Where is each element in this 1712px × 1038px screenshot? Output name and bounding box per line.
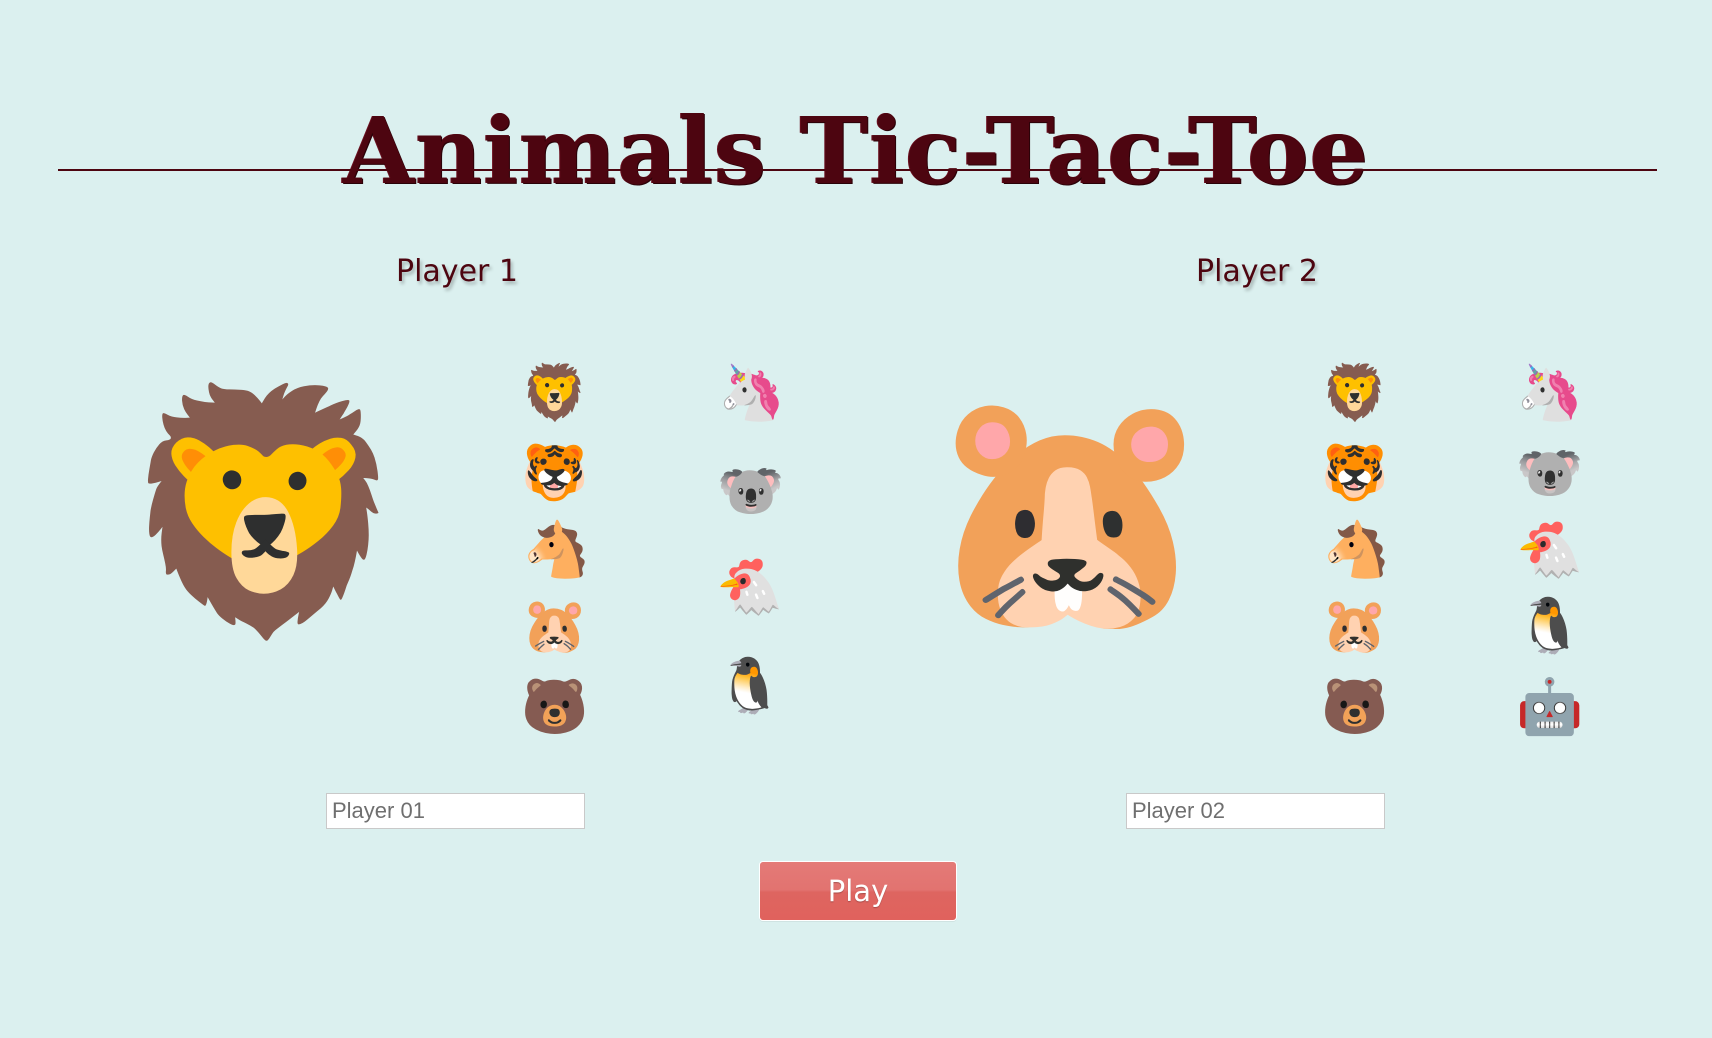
player2-option-chicken-icon[interactable]: 🐔 [1515, 518, 1585, 582]
page-title: Animals Tic-Tac-Toe [342, 96, 1370, 205]
player1-option-koala-icon[interactable]: 🐨 [716, 459, 786, 523]
player2-option-robot-icon[interactable]: 🤖 [1515, 675, 1585, 739]
player2-option-lion-face-icon[interactable]: 🦁 [1320, 361, 1390, 425]
player2-option-tiger-face-icon[interactable]: 🐯 [1320, 441, 1390, 505]
player1-heading: Player 1 [396, 254, 518, 289]
player1-name-input[interactable] [326, 793, 585, 829]
player2-name-input[interactable] [1126, 793, 1385, 829]
title-divider [58, 169, 1657, 171]
player2-option-bear-icon[interactable]: 🐻 [1320, 675, 1390, 739]
player2-option-horse-face-icon[interactable]: 🐴 [1322, 518, 1392, 582]
player2-option-koala-icon[interactable]: 🐨 [1515, 441, 1585, 505]
player2-option-unicorn-icon[interactable]: 🦄 [1515, 361, 1585, 425]
player2-selected-avatar-hamster-icon: 🐹 [922, 378, 1216, 642]
play-button[interactable]: Play [759, 861, 957, 921]
player1-option-penguin-icon[interactable]: 🐧 [715, 654, 785, 718]
player1-selected-avatar-lion-face-icon: 🦁 [118, 380, 412, 644]
player2-option-hamster-icon[interactable]: 🐹 [1320, 594, 1390, 658]
player1-option-hamster-icon[interactable]: 🐹 [520, 594, 590, 658]
player1-option-lion-face-icon[interactable]: 🦁 [520, 361, 590, 425]
player2-heading: Player 2 [1196, 254, 1318, 289]
player1-option-chicken-icon[interactable]: 🐔 [715, 555, 785, 619]
player1-option-horse-face-icon[interactable]: 🐴 [522, 518, 592, 582]
player2-option-penguin-icon[interactable]: 🐧 [1515, 594, 1585, 658]
player1-option-unicorn-icon[interactable]: 🦄 [717, 361, 787, 425]
player1-option-bear-icon[interactable]: 🐻 [520, 675, 590, 739]
player1-option-tiger-face-icon[interactable]: 🐯 [520, 441, 590, 505]
